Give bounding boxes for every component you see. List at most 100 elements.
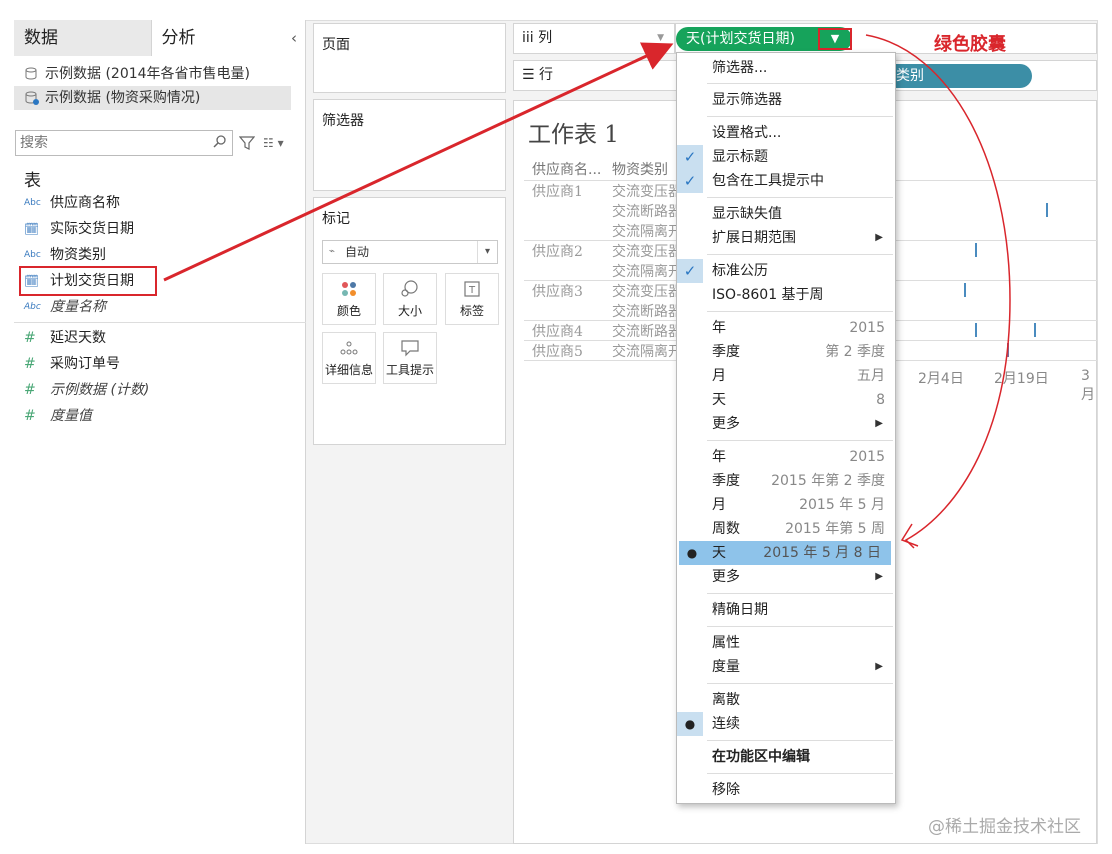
divider bbox=[14, 322, 306, 323]
field-item[interactable]: 🗓 实际交货日期 bbox=[14, 216, 306, 242]
menu-label: 扩展日期范围 bbox=[712, 230, 796, 246]
field-item[interactable]: # 延迟天数 bbox=[14, 325, 306, 351]
search-input[interactable] bbox=[16, 131, 206, 155]
gantt-mark[interactable] bbox=[1034, 323, 1036, 337]
gantt-mark[interactable] bbox=[975, 323, 977, 337]
field-item[interactable]: Abc 供应商名称 bbox=[14, 190, 306, 216]
detail-button[interactable]: 详细信息 bbox=[322, 332, 376, 384]
size-icon bbox=[384, 274, 436, 302]
menu-item-extend-range[interactable]: 扩展日期范围 ▶ bbox=[677, 226, 895, 250]
submenu-arrow-icon: ▶ bbox=[875, 571, 883, 582]
field-item[interactable]: Abc 物资类别 bbox=[14, 242, 306, 268]
menu-item-day-part[interactable]: 天8 bbox=[677, 388, 895, 412]
gantt-mark[interactable] bbox=[1007, 343, 1009, 357]
menu-label: 精确日期 bbox=[712, 602, 768, 618]
menu-item-attribute[interactable]: 属性 bbox=[677, 631, 895, 655]
field-item[interactable]: # 度量值 bbox=[14, 403, 306, 429]
field-item[interactable]: # 示例数据 (计数) bbox=[14, 377, 306, 403]
field-item[interactable]: # 采购订单号 bbox=[14, 351, 306, 377]
axis-tick-label: 2月19日 bbox=[994, 371, 1049, 387]
list-view-icon[interactable]: ☷ ▾ bbox=[263, 136, 284, 150]
menu-item-show-header[interactable]: ✓ 显示标题 bbox=[677, 145, 895, 169]
field-label: 度量值 bbox=[50, 408, 92, 424]
menu-item-more-values[interactable]: 更多 ▶ bbox=[677, 565, 895, 589]
header-supplier[interactable]: 供应商名... bbox=[532, 159, 601, 179]
menu-item-iso-week[interactable]: ISO-8601 基于周 bbox=[677, 283, 895, 307]
chevron-down-icon: ▾ bbox=[477, 241, 497, 263]
gantt-mark[interactable] bbox=[964, 283, 966, 297]
collapse-icon[interactable]: ‹ bbox=[291, 20, 297, 56]
menu-value: 第 2 季度 bbox=[825, 344, 885, 360]
menu-item-year-value[interactable]: 年 2015 bbox=[677, 445, 895, 469]
field-item-highlighted[interactable]: 🗓 计划交货日期 bbox=[19, 266, 157, 296]
menu-item-show-filter[interactable]: 显示筛选器 bbox=[677, 88, 895, 112]
menu-item-year-part[interactable]: 年 2015 bbox=[677, 316, 895, 340]
row-category: 交流断路器 bbox=[612, 204, 682, 220]
menu-item-day-value[interactable]: ● 天 2015 年 5 月 8 日 bbox=[679, 541, 891, 565]
menu-item-continuous[interactable]: ● 连续 bbox=[677, 712, 895, 736]
submenu-arrow-icon: ▶ bbox=[875, 661, 883, 672]
menu-label: 年 bbox=[712, 449, 726, 465]
menu-item-month-part[interactable]: 月 五月 bbox=[677, 364, 895, 388]
menu-item-remove[interactable]: 移除 bbox=[677, 778, 895, 802]
row-category: 交流变压器 bbox=[612, 244, 682, 260]
menu-value: 2015 年第 5 周 bbox=[785, 521, 885, 537]
menu-item-include-tooltip[interactable]: ✓ 包含在工具提示中 bbox=[677, 169, 895, 193]
data-pane: 数据 分析 ‹ 示例数据 (2014年各省市售电量) 示例数据 (物资采购情况)… bbox=[14, 20, 306, 844]
datasource-item[interactable]: 示例数据 (2014年各省市售电量) bbox=[14, 62, 305, 86]
menu-label: 显示筛选器 bbox=[712, 92, 782, 108]
svg-text:T: T bbox=[468, 285, 476, 296]
menu-value: 2015 年第 2 季度 bbox=[771, 473, 885, 489]
menu-item-format[interactable]: 设置格式... bbox=[677, 121, 895, 145]
menu-separator bbox=[707, 311, 893, 312]
datasource-item-selected[interactable]: 示例数据 (物资采购情况) bbox=[14, 86, 291, 110]
header-category[interactable]: 物资类别 bbox=[612, 159, 668, 179]
tab-data[interactable]: 数据 bbox=[14, 20, 152, 56]
menu-item-week-value[interactable]: 周数 2015 年第 5 周 bbox=[677, 517, 895, 541]
search-icon[interactable] bbox=[213, 134, 227, 148]
color-button[interactable]: 颜色 bbox=[322, 273, 376, 325]
pill-dropdown-button[interactable]: ▼ bbox=[818, 28, 852, 50]
menu-label: 年 bbox=[712, 320, 726, 336]
tab-analysis[interactable]: 分析 ‹ bbox=[151, 20, 305, 56]
field-label: 物资类别 bbox=[50, 247, 106, 263]
tables-section-title: 表 bbox=[24, 171, 41, 191]
tooltip-button[interactable]: 工具提示 bbox=[383, 332, 437, 384]
search-row: ☷ ▾ bbox=[14, 128, 306, 158]
field-item[interactable]: Abc 度量名称 bbox=[14, 294, 306, 320]
filters-card[interactable]: 筛选器 bbox=[313, 99, 506, 191]
menu-item-edit-in-shelf[interactable]: 在功能区中编辑 bbox=[677, 745, 895, 769]
mark-type-select[interactable]: ⌁ 自动 ▾ bbox=[322, 240, 498, 264]
field-label: 计划交货日期 bbox=[50, 273, 134, 289]
columns-label: 列 bbox=[538, 30, 553, 46]
menu-item-quarter-value[interactable]: 季度 2015 年第 2 季度 bbox=[677, 469, 895, 493]
columns-shelf[interactable]: iii 列 ▼ bbox=[513, 23, 675, 54]
menu-separator bbox=[707, 593, 893, 594]
row-supplier: 供应商2 bbox=[532, 244, 583, 260]
menu-item-quarter-part[interactable]: 季度 第 2 季度 bbox=[677, 340, 895, 364]
menu-item-discrete[interactable]: 离散 bbox=[677, 688, 895, 712]
filter-icon[interactable] bbox=[239, 135, 255, 151]
row-category: 交流断路器 bbox=[612, 324, 682, 340]
menu-item-filter[interactable]: 筛选器... bbox=[677, 56, 895, 80]
marks-card: 标记 ⌁ 自动 ▾ 颜色 大小 T 标签 详细信息 工具提示 bbox=[313, 197, 506, 445]
gantt-mark[interactable] bbox=[975, 243, 977, 257]
pane-tabs: 数据 分析 ‹ bbox=[14, 20, 305, 56]
size-button[interactable]: 大小 bbox=[383, 273, 437, 325]
menu-item-more-parts[interactable]: 更多 ▶ bbox=[677, 412, 895, 436]
menu-item-standard-calendar[interactable]: ✓ 标准公历 bbox=[677, 259, 895, 283]
menu-item-exact-date[interactable]: 精确日期 bbox=[677, 598, 895, 622]
checkmark-icon: ✓ bbox=[677, 259, 703, 283]
field-label: 采购订单号 bbox=[50, 356, 120, 372]
label-button[interactable]: T 标签 bbox=[445, 273, 499, 325]
menu-label: 离散 bbox=[712, 692, 740, 708]
menu-item-show-missing[interactable]: 显示缺失值 bbox=[677, 202, 895, 226]
gantt-mark[interactable] bbox=[1046, 203, 1048, 217]
menu-item-month-value[interactable]: 月 2015 年 5 月 bbox=[677, 493, 895, 517]
chevron-down-icon: ▼ bbox=[657, 33, 664, 43]
measure-icon: # bbox=[24, 330, 36, 346]
menu-item-measure[interactable]: 度量 ▶ bbox=[677, 655, 895, 679]
menu-label: 连续 bbox=[712, 716, 740, 732]
pages-card[interactable]: 页面 bbox=[313, 23, 506, 93]
search-box bbox=[15, 130, 233, 156]
